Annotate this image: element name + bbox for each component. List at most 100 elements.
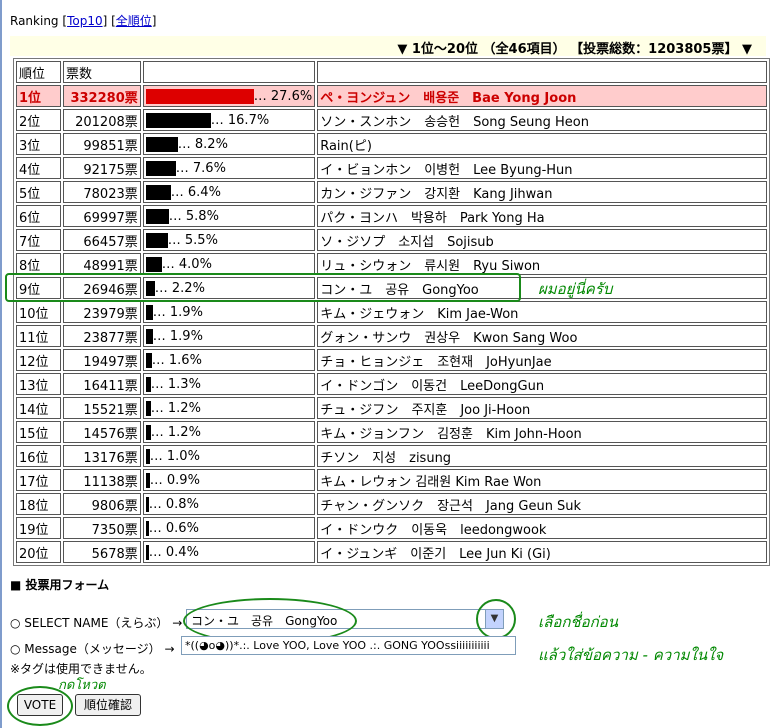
vote-bar (145, 88, 254, 104)
message-input[interactable]: *((◕o◕))*.:. Love YOO, Love YOO .:. GONG… (181, 636, 516, 655)
name-cell: グォン・サンウ 권상우 Kwon Sang Woo (317, 325, 767, 347)
bar-cell: … 0.4% (142, 541, 316, 563)
table-row: 15位 14576票… 1.2% キム・ジョンフン 김정훈 Kim John-Hoo… (16, 421, 767, 443)
name-cell: チョ・ヒョンジェ 조현재 JoHyunJae (317, 349, 767, 371)
message-input-value: *((◕o◕))*.:. Love YOO, Love YOO .:. GONG… (185, 639, 490, 652)
bar-cell: … 1.2% (142, 397, 316, 419)
bar-ellipsis: … (161, 256, 179, 272)
rank-cell: 15位 (16, 421, 61, 443)
vote-bar (145, 136, 178, 152)
range-summary: ▼ 1位～20位 （全46項目） 【投票総数：1203805票】 ▼ (397, 42, 752, 57)
percent-label: 6.4% (187, 184, 221, 200)
votes-cell: 9806票 (63, 493, 141, 515)
header-votes: 票数 (63, 61, 141, 83)
vote-bar (145, 160, 176, 176)
bracket-separator: ] [ (102, 14, 116, 28)
votes-cell: 69997票 (63, 205, 141, 227)
bar-cell: … 1.0% (142, 445, 316, 467)
rank-cell: 17位 (16, 469, 61, 491)
check-rank-button[interactable]: 順位確認 (75, 694, 141, 716)
vote-bar (145, 256, 162, 272)
bar-cell: … 8.2% (142, 133, 316, 155)
percent-label: 16.7% (227, 112, 270, 128)
rank-cell: 16位 (16, 445, 61, 467)
bar-ellipsis: … (150, 376, 168, 392)
bar-ellipsis: … (210, 112, 228, 128)
bar-ellipsis: … (170, 184, 188, 200)
name-cell: キム・ジョンフン 김정훈 Kim John-Hoon (317, 421, 767, 443)
row9-highlight-box (5, 273, 521, 302)
rank-cell: 18位 (16, 493, 61, 515)
bar-ellipsis: … (152, 328, 170, 344)
percent-label: 1.0% (166, 448, 200, 464)
name-cell: イ・ドンウク 이동욱 leedongwook (317, 517, 767, 539)
name-cell: チャン・グンソク 장근석 Jang Geun Suk (317, 493, 767, 515)
votes-cell: 14576票 (63, 421, 141, 443)
name-cell: イ・ビョンホン 이병헌 Lee Byung-Hun (317, 157, 767, 179)
annotation-add-message: แล้วใส่ข้อความ - ความในใจ (538, 646, 724, 664)
vote-bar (145, 208, 169, 224)
percent-label: 0.4% (165, 544, 199, 560)
bar-cell: … 1.9% (142, 301, 316, 323)
votes-cell: 92175票 (63, 157, 141, 179)
bar-cell: … 7.6% (142, 157, 316, 179)
table-row: 18位 9806票 … 0.8% チャン・グンソク 장근석 Jang Geun Suk (16, 493, 767, 515)
table-row: 3位 99851票… 8.2% Rain(ピ) (16, 133, 767, 155)
ranking-table-wrap: 順位 票数 1位 332280票… 27.6% ペ・ヨンジュン 배용준 Bae Yo… (13, 58, 770, 566)
vote-bar (145, 232, 168, 248)
bar-ellipsis: … (177, 136, 195, 152)
votes-cell: 66457票 (63, 229, 141, 251)
name-cell: ペ・ヨンジュン 배용준 Bae Yong Joon (317, 85, 767, 107)
percent-label: 27.6% (270, 88, 313, 104)
range-bar: ▼ 1位～20位 （全46項目） 【投票総数：1203805票】 ▼ (10, 36, 766, 57)
table-row: 11位 23877票… 1.9% グォン・サンウ 권상우 Kwon Sang Woo (16, 325, 767, 347)
votes-cell: 23877票 (63, 325, 141, 347)
vote-highlight-oval (7, 686, 73, 726)
bar-ellipsis: … (148, 496, 166, 512)
annotation-press-vote: กดโหวต (58, 678, 106, 693)
rank-cell: 14位 (16, 397, 61, 419)
percent-label: 4.0% (178, 256, 212, 272)
percent-label: 0.8% (165, 496, 199, 512)
bar-ellipsis: … (149, 472, 167, 488)
top10-link[interactable]: Top10 (67, 14, 103, 28)
all-ranks-link[interactable]: 全順位 (116, 14, 152, 28)
rank-cell: 8位 (16, 253, 61, 275)
form-title: ■ 投票用フォーム (10, 578, 110, 592)
name-cell: チュ・ジフン 주지훈 Joo Ji-Hoon (317, 397, 767, 419)
percent-label: 8.2% (194, 136, 228, 152)
name-cell: パク・ヨンハ 박용하 Park Yong Ha (317, 205, 767, 227)
votes-cell: 78023票 (63, 181, 141, 203)
bar-ellipsis: … (175, 160, 193, 176)
percent-label: 7.6% (192, 160, 226, 176)
bar-ellipsis: … (151, 352, 169, 368)
bar-ellipsis: … (148, 520, 166, 536)
bar-cell: … 1.2% (142, 421, 316, 443)
rank-cell: 12位 (16, 349, 61, 371)
table-row: 10位 23979票… 1.9% キム・ジェウォン Kim Jae-Won (16, 301, 767, 323)
name-cell: キム・ジェウォン Kim Jae-Won (317, 301, 767, 323)
votes-cell: 19497票 (63, 349, 141, 371)
name-cell: Rain(ピ) (317, 133, 767, 155)
votes-cell: 7350票 (63, 517, 141, 539)
dropdown-highlight-circle (476, 599, 516, 639)
votes-cell: 11138票 (63, 469, 141, 491)
table-row: 17位 11138票… 0.9% キム・レウォン 김래원 Kim Rae Won (16, 469, 767, 491)
votes-cell: 15521票 (63, 397, 141, 419)
annotation-me-here: ผมอยู่นี่ครับ (538, 280, 613, 298)
annotation-choose-name: เลือกชื่อก่อน (538, 613, 618, 631)
rank-cell: 4位 (16, 157, 61, 179)
header-bar (142, 61, 316, 83)
vote-bar (145, 112, 211, 128)
bar-cell: … 1.3% (142, 373, 316, 395)
table-row: 16位 13176票… 1.0% チソン 지성 zisung (16, 445, 767, 467)
bar-ellipsis: … (152, 304, 170, 320)
bar-cell: … 1.9% (142, 325, 316, 347)
percent-label: 1.9% (169, 328, 203, 344)
rank-cell: 6位 (16, 205, 61, 227)
votes-cell: 48991票 (63, 253, 141, 275)
table-row: 14位 15521票… 1.2% チュ・ジフン 주지훈 Joo Ji-Hoon (16, 397, 767, 419)
votes-cell: 99851票 (63, 133, 141, 155)
ranking-nav: Ranking [Top10] [全順位] (10, 12, 156, 29)
table-row: 6位 69997票… 5.8% パク・ヨンハ 박용하 Park Yong Ha (16, 205, 767, 227)
